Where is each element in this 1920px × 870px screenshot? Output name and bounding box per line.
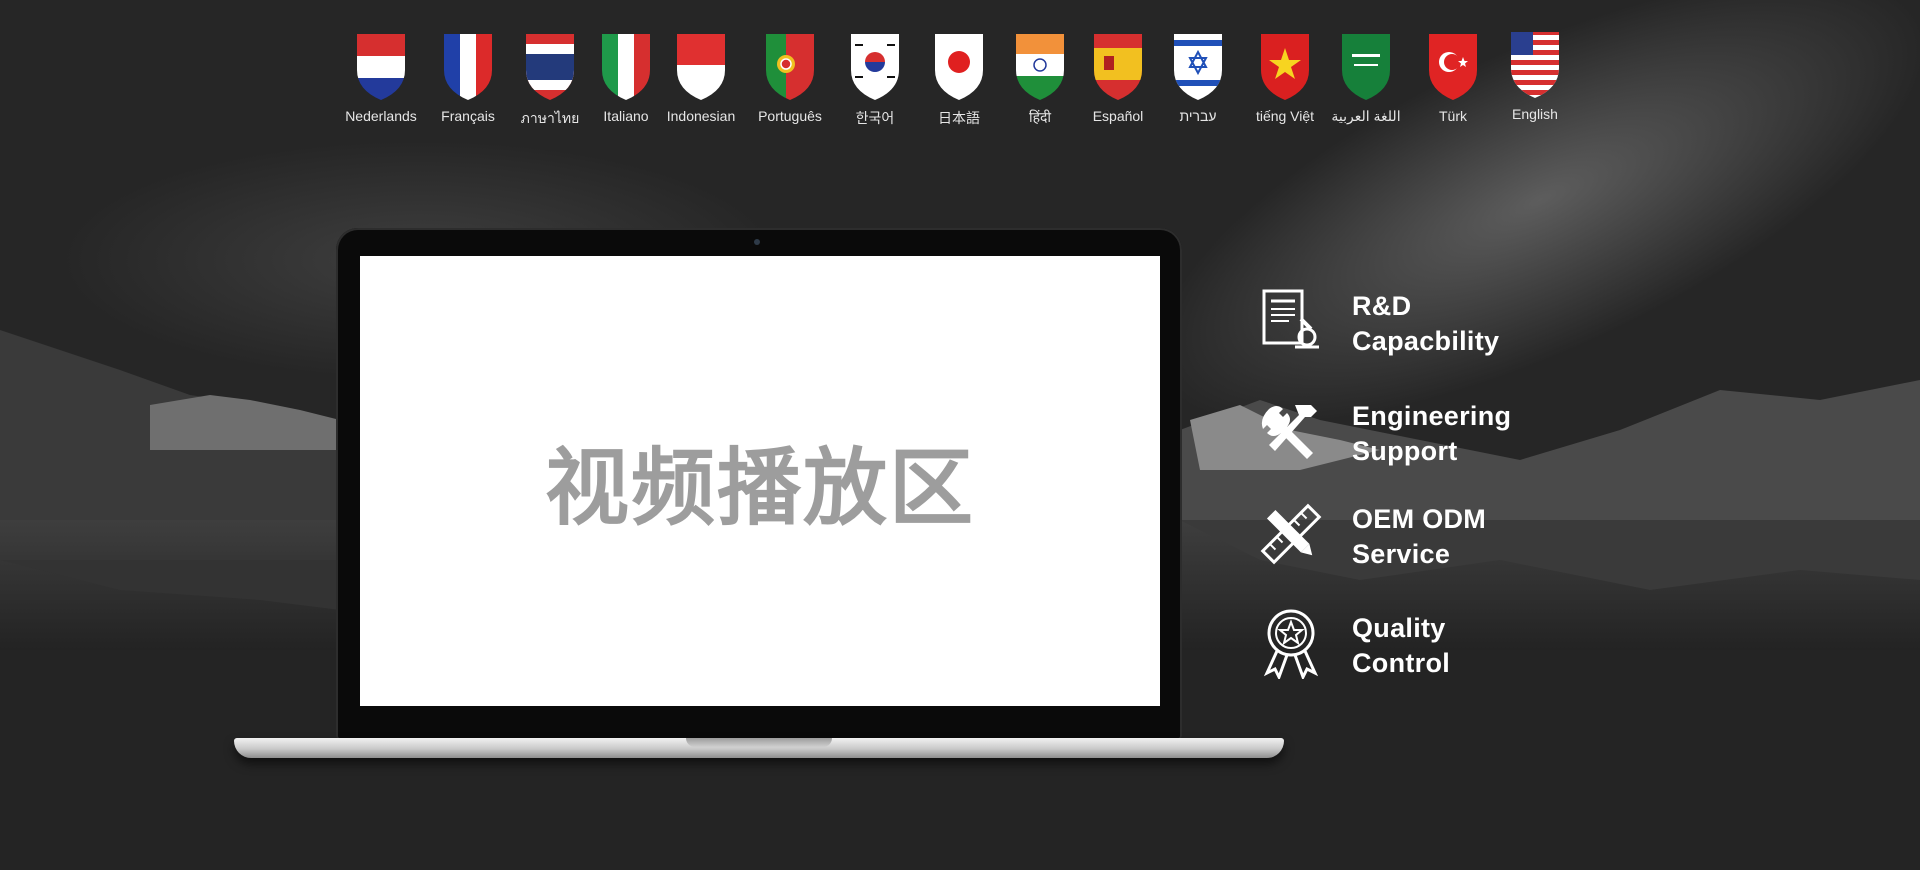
language-korean[interactable]: 한국어 bbox=[830, 32, 920, 128]
language-portuguese[interactable]: Português bbox=[745, 32, 835, 124]
feature-line2: Support bbox=[1352, 436, 1458, 466]
feature-label: OEM ODM Service bbox=[1352, 502, 1486, 572]
portugal-flag-icon bbox=[766, 34, 814, 100]
wrench-hammer-icon bbox=[1261, 405, 1317, 459]
usa-flag-icon bbox=[1511, 32, 1559, 98]
language-japanese[interactable]: 日本語 bbox=[914, 32, 1004, 128]
feature-line1: Engineering bbox=[1352, 401, 1512, 431]
laptop-notch bbox=[686, 738, 832, 747]
israel-flag-icon bbox=[1174, 34, 1222, 100]
laptop-mockup: 视频播放区 bbox=[234, 228, 1286, 768]
language-label: हिंदी bbox=[1028, 109, 1052, 125]
language-label: Türk bbox=[1439, 108, 1467, 124]
ruler-pencil-icon bbox=[1260, 503, 1322, 565]
spain-flag-icon bbox=[1094, 34, 1142, 100]
feature-label: R&D Capacbility bbox=[1352, 289, 1499, 359]
feature-line1: R&D bbox=[1352, 291, 1412, 321]
laptop-bezel: 视频播放区 bbox=[336, 228, 1182, 740]
language-label: 日本語 bbox=[938, 110, 980, 126]
language-arabic[interactable]: اللغة العربية bbox=[1321, 32, 1411, 125]
turkey-flag-icon bbox=[1429, 34, 1477, 100]
italy-flag-icon bbox=[602, 34, 650, 100]
feature-line2: Control bbox=[1352, 648, 1451, 678]
japan-flag-icon bbox=[935, 34, 983, 100]
language-turkish[interactable]: Türk bbox=[1408, 32, 1498, 124]
language-english[interactable]: English bbox=[1490, 30, 1580, 122]
language-selector: Nederlands Français ภาษาไทย Italiano Ind… bbox=[0, 0, 1920, 160]
language-spanish[interactable]: Español bbox=[1073, 32, 1163, 124]
language-france[interactable]: Français bbox=[423, 32, 513, 124]
netherlands-flag-icon bbox=[357, 34, 405, 100]
feature-rd-capability: R&D Capacbility bbox=[1255, 285, 1675, 365]
indonesia-flag-icon bbox=[677, 34, 725, 100]
laptop-base bbox=[234, 738, 1284, 758]
feature-label: Engineering Support bbox=[1352, 399, 1511, 469]
language-label: Nederlands bbox=[345, 108, 417, 124]
document-microscope-icon bbox=[1262, 289, 1319, 349]
video-placeholder-text: 视频播放区 bbox=[544, 438, 975, 537]
language-label: עברית bbox=[1179, 108, 1217, 124]
saudi-arabia-flag-icon bbox=[1342, 34, 1390, 100]
feature-line2: Capacbility bbox=[1352, 326, 1500, 356]
language-vietnamese[interactable]: tiếng Việt bbox=[1240, 32, 1330, 124]
thailand-flag-icon bbox=[526, 34, 574, 100]
language-label: 한국어 bbox=[855, 110, 895, 126]
feature-oem-odm-service: OEM ODM Service bbox=[1255, 498, 1675, 578]
vietnam-flag-icon bbox=[1261, 34, 1309, 100]
video-player-area[interactable]: 视频播放区 bbox=[360, 256, 1160, 706]
camera-dot bbox=[754, 239, 760, 245]
feature-line1: Quality bbox=[1352, 613, 1446, 643]
france-flag-icon bbox=[444, 34, 492, 100]
language-netherlands[interactable]: Nederlands bbox=[336, 32, 426, 124]
language-label: Français bbox=[441, 108, 495, 124]
korea-flag-icon bbox=[851, 34, 899, 100]
feature-line2: Service bbox=[1352, 539, 1451, 569]
language-indonesian[interactable]: Indonesian bbox=[656, 32, 746, 124]
language-label: Español bbox=[1092, 108, 1144, 124]
language-label: Português bbox=[758, 108, 822, 124]
language-label: Indonesian bbox=[666, 108, 736, 124]
award-ribbon-icon bbox=[1263, 609, 1319, 679]
language-hebrew[interactable]: עברית bbox=[1153, 32, 1243, 124]
language-hindi[interactable]: हिंदी bbox=[995, 32, 1085, 127]
language-label: tiếng Việt bbox=[1255, 108, 1315, 124]
feature-label: Quality Control bbox=[1352, 611, 1450, 681]
language-label: English bbox=[1512, 106, 1558, 122]
language-label: اللغة العربية bbox=[1331, 108, 1401, 124]
feature-engineering-support: Engineering Support bbox=[1255, 395, 1675, 475]
feature-quality-control: Quality Control bbox=[1255, 607, 1675, 687]
india-flag-icon bbox=[1016, 34, 1064, 100]
feature-line1: OEM ODM bbox=[1352, 504, 1487, 534]
